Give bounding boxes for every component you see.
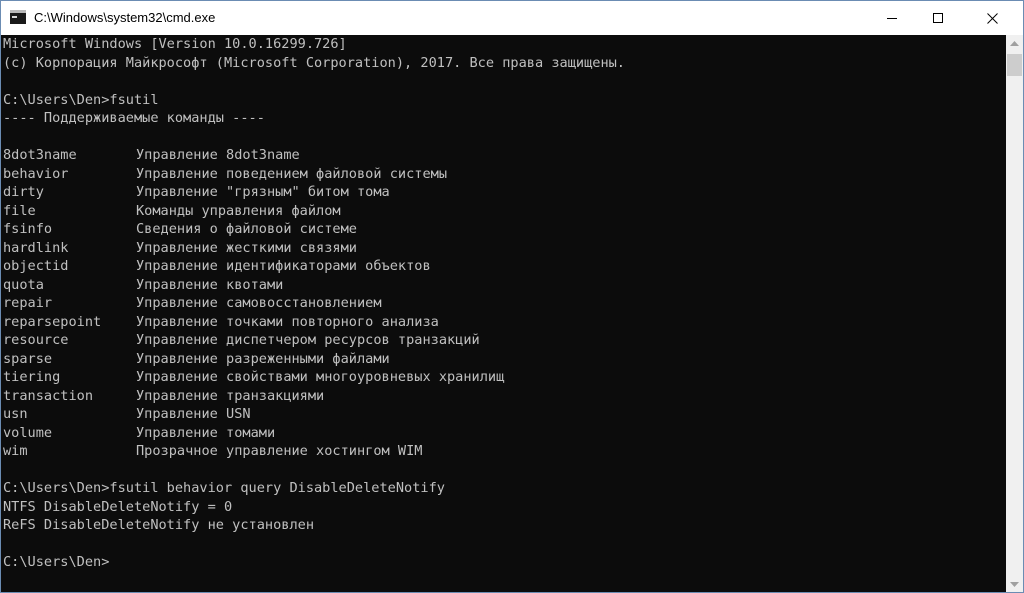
- console-prompt: C:\Users\Den>fsutil: [3, 91, 159, 108]
- command-description: Управление свойствами многоуровневых хра…: [136, 369, 505, 385]
- command-description: Управление точками повторного анализа: [136, 313, 439, 330]
- command-row: dirty Управление "грязным" битом тома: [1, 183, 1006, 202]
- console-line-blank: [1, 128, 1006, 147]
- command-name: sparse: [3, 350, 53, 367]
- command-description: Управление квотами: [136, 276, 284, 293]
- console-line-blank: [1, 461, 1006, 480]
- console-line: (c) Корпорация Майкрософт (Microsoft Cor…: [3, 54, 625, 71]
- console-line-blank: [1, 72, 1006, 91]
- command-description: Управление жесткими связями: [136, 239, 357, 256]
- command-description: Сведения о файловой системе: [136, 221, 357, 237]
- command-row: tiering Управление свойствами многоуровне…: [1, 368, 1006, 387]
- command-row: reparsepoint Управление точками повторног…: [1, 313, 1006, 332]
- command-description: Управление транзакциями: [136, 387, 325, 404]
- vertical-scrollbar[interactable]: [1006, 35, 1023, 592]
- console-output[interactable]: Microsoft Windows [Version 10.0.16299.72…: [1, 35, 1006, 592]
- command-name: behavior: [3, 165, 69, 182]
- scroll-down-icon: [1010, 581, 1019, 587]
- command-row: objectid Управление идентификаторами объе…: [1, 257, 1006, 276]
- command-row: fsinfo Сведения о файловой системе: [1, 220, 1006, 239]
- console-line: ---- Поддерживаемые команды ----: [3, 110, 265, 126]
- command-description: Управление идентификаторами объектов: [136, 258, 431, 274]
- console-prompt: C:\Users\Den>fsutil behavior query Disab…: [3, 480, 445, 496]
- command-row: volume Управление томами: [1, 424, 1006, 443]
- console-lines: Microsoft Windows [Version 10.0.16299.72…: [1, 35, 1006, 572]
- command-name: wim: [3, 443, 28, 459]
- command-row: quota Управление квотами: [1, 276, 1006, 295]
- command-row: transaction Управление транзакциями: [1, 387, 1006, 406]
- command-description: Управление поведением файловой системы: [136, 165, 447, 182]
- command-name: fsinfo: [3, 221, 53, 237]
- command-row: hardlink Управление жесткими связями: [1, 239, 1006, 258]
- console-line: NTFS DisableDeleteNotify = 0: [3, 498, 233, 515]
- console-line: ReFS DisableDeleteNotify не установлен: [3, 517, 314, 533]
- command-row: repair Управление самовосстановлением: [1, 294, 1006, 313]
- command-row: resource Управление диспетчером ресурсов …: [1, 331, 1006, 350]
- maximize-button[interactable]: [915, 1, 961, 35]
- console-prompt: C:\Users\Den>: [3, 554, 110, 570]
- command-description: Управление разреженными файлами: [136, 350, 390, 367]
- command-row: behavior Управление поведением файловой с…: [1, 165, 1006, 184]
- console-line: Microsoft Windows [Version 10.0.16299.72…: [3, 36, 347, 52]
- command-name: transaction: [3, 387, 94, 404]
- scroll-down-button[interactable]: [1006, 576, 1023, 592]
- cmd-app-icon[interactable]: [10, 10, 26, 24]
- command-description: Управление 8dot3name: [136, 147, 300, 163]
- command-description: Управление диспетчером ресурсов транзакц…: [136, 332, 480, 348]
- command-name: dirty: [3, 184, 44, 200]
- command-row: file Команды управления файлом: [1, 202, 1006, 221]
- command-description: Управление самовосстановлением: [136, 295, 382, 311]
- console-line-blank: [1, 535, 1006, 554]
- command-description: Команды управления файлом: [136, 202, 341, 219]
- command-name: usn: [3, 406, 28, 422]
- command-name: resource: [3, 332, 69, 348]
- command-description: Управление "грязным" битом тома: [136, 184, 390, 200]
- command-name: file: [3, 202, 36, 219]
- cmd-window: C:\Windows\system32\cmd.exe Microsoft Wi…: [0, 0, 1024, 593]
- scroll-up-button[interactable]: [1006, 35, 1023, 52]
- maximize-icon: [933, 13, 943, 23]
- command-description: Управление USN: [136, 406, 251, 422]
- close-button[interactable]: [961, 1, 1023, 35]
- command-row: 8dot3name Управление 8dot3name: [1, 146, 1006, 165]
- command-name: volume: [3, 424, 53, 441]
- minimize-button[interactable]: [869, 1, 915, 35]
- command-row: sparse Управление разреженными файлами: [1, 350, 1006, 369]
- title-bar[interactable]: C:\Windows\system32\cmd.exe: [1, 1, 1023, 35]
- command-row: wim Прозрачное управление хостингом WIM: [1, 442, 1006, 461]
- window-title: C:\Windows\system32\cmd.exe: [34, 10, 216, 25]
- command-description: Прозрачное управление хостингом WIM: [136, 443, 423, 459]
- scroll-thumb[interactable]: [1007, 54, 1022, 76]
- minimize-icon: [887, 18, 897, 19]
- command-row: usn Управление USN: [1, 405, 1006, 424]
- command-name: hardlink: [3, 239, 69, 256]
- command-name: quota: [3, 276, 44, 293]
- close-icon: [986, 12, 998, 24]
- scroll-up-icon: [1010, 40, 1019, 46]
- command-name: tiering: [3, 369, 61, 385]
- command-name: repair: [3, 295, 53, 311]
- command-name: objectid: [3, 258, 69, 274]
- command-name: reparsepoint: [3, 313, 102, 330]
- command-description: Управление томами: [136, 424, 276, 441]
- command-name: 8dot3name: [3, 147, 77, 163]
